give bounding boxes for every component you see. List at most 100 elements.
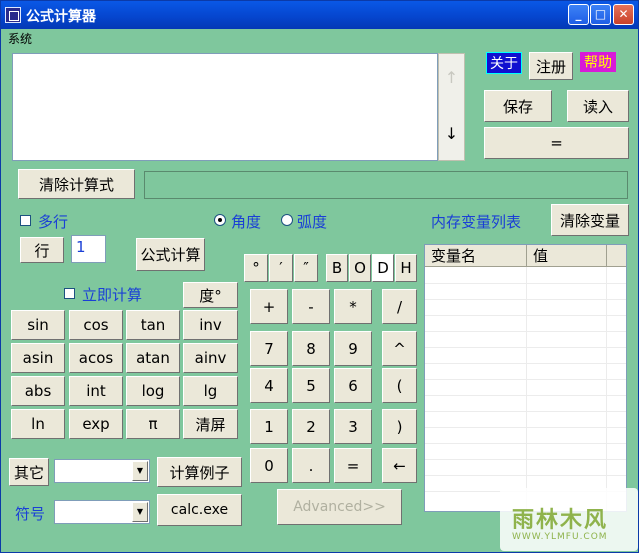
examples-button[interactable]: 计算例子 [157,457,242,487]
key-left-paren[interactable]: ( [382,368,417,403]
grid-line [425,299,626,300]
radian-radio[interactable] [281,214,293,226]
func-asin-button[interactable]: asin [11,343,65,373]
key-8[interactable]: 8 [292,331,330,366]
maximize-icon: □ [594,7,607,21]
other-combobox[interactable]: ▼ [54,459,150,483]
radian-label: 弧度 [297,213,328,231]
title-bar[interactable]: 公式计算器 _ □ ✕ [1,1,638,29]
grid-line [425,411,626,412]
grid-line [425,347,626,348]
clear-variables-button[interactable]: 清除变量 [551,204,629,236]
func-tan-button[interactable]: tan [126,310,180,340]
symbol-combo-arrow-icon[interactable]: ▼ [132,502,148,522]
advanced-button[interactable]: Advanced>> [277,489,402,525]
key-3[interactable]: 3 [334,409,372,444]
calculator-window: 公式计算器 _ □ ✕ 系统 ↑ ↓ 关于 注册 帮助 保存 读入 = 清除计算… [0,0,639,553]
memory-variable-list[interactable]: 变量名 值 [424,244,627,512]
key-6[interactable]: 6 [334,368,372,403]
other-combo-arrow-icon[interactable]: ▼ [132,461,148,481]
symbol-combobox[interactable]: ▼ [54,500,150,524]
func-log-button[interactable]: log [126,376,180,406]
grid-line [425,443,626,444]
key-power[interactable]: ^ [382,331,417,366]
clear-screen-button[interactable]: 清屏 [183,409,238,439]
key-plus[interactable]: + [250,289,288,324]
degree-radio[interactable] [214,214,226,226]
multiline-checkbox[interactable] [20,215,31,226]
row-input[interactable]: 1 [71,235,106,263]
window-title: 公式计算器 [26,9,96,25]
func-acos-button[interactable]: acos [69,343,123,373]
func-inv-button[interactable]: inv [183,310,238,340]
key-multiply[interactable]: * [334,289,372,324]
instant-calc-checkbox[interactable] [64,288,75,299]
calc-exe-button[interactable]: calc.exe [157,494,242,526]
grid-line [425,475,626,476]
close-button[interactable]: ✕ [613,4,634,25]
grid-line [425,331,626,332]
menu-system[interactable]: 系统 [8,30,32,47]
clear-expression-button[interactable]: 清除计算式 [18,169,135,199]
func-exp-button[interactable]: exp [69,409,123,439]
func-ainv-button[interactable]: ainv [183,343,238,373]
key-5[interactable]: 5 [292,368,330,403]
equals-top-button[interactable]: = [484,127,629,159]
menu-bar: 系统 [1,29,638,47]
unit-minute-button[interactable]: ′ [269,254,293,282]
register-button[interactable]: 注册 [529,52,573,80]
func-int-button[interactable]: int [69,376,123,406]
unit-degree-button[interactable]: ° [244,254,268,282]
key-4[interactable]: 4 [250,368,288,403]
key-1[interactable]: 1 [250,409,288,444]
minimize-button[interactable]: _ [568,4,589,25]
func-ln-button[interactable]: ln [11,409,65,439]
key-right-paren[interactable]: ) [382,409,417,444]
degree-symbol-button[interactable]: 度° [183,282,238,308]
grid-line [425,379,626,380]
key-divide[interactable]: / [382,289,417,324]
key-equals[interactable]: = [334,448,372,483]
about-button[interactable]: 关于 [486,52,522,74]
help-button[interactable]: 帮助 [580,52,616,72]
watermark-url: WWW.YLMFU.COM [512,532,608,542]
key-0[interactable]: 0 [250,448,288,483]
func-cos-button[interactable]: cos [69,310,123,340]
maximize-button[interactable]: □ [590,4,611,25]
func-atan-button[interactable]: atan [126,343,180,373]
key-2[interactable]: 2 [292,409,330,444]
base-d-button[interactable]: D [372,254,394,282]
column-header-value[interactable]: 值 [527,245,607,267]
expression-input[interactable] [12,53,438,161]
formula-calc-button[interactable]: 公式计算 [136,238,205,271]
key-backspace[interactable]: ← [382,448,417,483]
base-b-button[interactable]: B [326,254,348,282]
base-h-button[interactable]: H [395,254,417,282]
column-header-name[interactable]: 变量名 [425,245,527,267]
expression-scrollbar[interactable]: ↑ ↓ [438,53,465,161]
app-icon [5,7,21,23]
unit-second-button[interactable]: ″ [294,254,318,282]
scroll-down-icon[interactable]: ↓ [439,124,464,143]
func-lg-button[interactable]: lg [183,376,238,406]
minimize-icon: _ [575,7,582,21]
other-button[interactable]: 其它 [9,458,49,486]
watermark-logo: 雨林木风 WWW.YLMFU.COM [500,488,638,551]
func-sin-button[interactable]: sin [11,310,65,340]
key-minus[interactable]: - [292,289,330,324]
watermark-text: 雨林木风 [512,508,609,533]
scroll-up-icon[interactable]: ↑ [439,68,464,87]
key-9[interactable]: 9 [334,331,372,366]
row-button[interactable]: 行 [20,237,64,263]
func-abs-button[interactable]: abs [11,376,65,406]
key-7[interactable]: 7 [250,331,288,366]
load-button[interactable]: 读入 [567,90,629,122]
symbol-label: 符号 [15,505,46,523]
grid-line [425,283,626,284]
base-o-button[interactable]: O [349,254,371,282]
save-button[interactable]: 保存 [484,90,552,122]
memory-list-title: 内存变量列表 [431,213,522,231]
close-icon: ✕ [618,7,629,21]
func-pi-button[interactable]: π [126,409,180,439]
key-dot[interactable]: . [292,448,330,483]
